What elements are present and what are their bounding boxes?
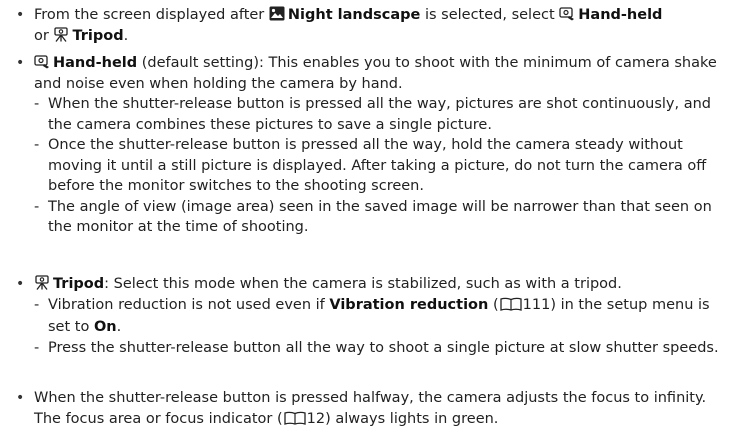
page-reference: 12 [306, 410, 326, 427]
manual-page: • From the screen displayed after Night … [0, 0, 731, 437]
bullet-dot: • [16, 276, 25, 292]
bullet-hand-held: • Hand-held (default setting): This enab… [16, 53, 720, 238]
sub-item-vibration-reduction: - Vibration reduction is not used even i… [34, 295, 720, 338]
text-segment: ( [488, 296, 499, 313]
text-segment: or [34, 27, 54, 44]
bullet-dot: • [16, 55, 25, 71]
bullet-text: Tripod: Select this mode when the camera… [34, 274, 720, 295]
text-segment: From the screen displayed after [34, 7, 269, 23]
text-segment: . [123, 27, 129, 44]
tripod-icon [34, 275, 50, 290]
sub-dash: - [34, 198, 40, 215]
bullet-text: From the screen displayed after Night la… [34, 5, 720, 46]
book-reference-icon [284, 411, 306, 432]
text-segment: ) always lights in green. [325, 410, 499, 427]
tripod-icon [53, 26, 69, 42]
on-label: On [93, 319, 117, 335]
bullet-focus: • When the shutter-release button is pre… [16, 388, 720, 431]
text-segment: . [116, 319, 122, 335]
sub-item-slow-shutter: - Press the shutter-release button all t… [34, 338, 720, 359]
sub-item-text: Once the shutter-release button is press… [48, 137, 707, 194]
hand-held-label: Hand-held [578, 7, 663, 23]
bullet-text: When the shutter-release button is press… [34, 388, 720, 431]
book-reference-icon [499, 297, 522, 318]
page-reference: 111 [522, 296, 551, 313]
sub-dash: - [34, 339, 40, 356]
text-segment: is selected, select [420, 7, 560, 23]
tripod-label: Tripod [53, 276, 105, 292]
bullet-tripod: • Tripod: Select this mode when the came… [16, 274, 720, 358]
bullet-dot: • [16, 390, 25, 406]
text-segment: (default setting): This enables you to s… [34, 55, 717, 92]
sub-item-text: The angle of view (image area) seen in t… [48, 198, 712, 236]
sub-dash: - [34, 296, 40, 313]
sub-dash: - [34, 96, 40, 112]
hand-held-icon [559, 6, 575, 21]
sub-dash: - [34, 137, 40, 153]
sub-item-text: When the shutter-release button is press… [48, 96, 711, 133]
text-segment: : Select this mode when the camera is st… [104, 276, 622, 292]
bullet-text: Hand-held (default setting): This enable… [34, 53, 720, 94]
night-landscape-label: Night landscape [287, 7, 421, 23]
bullet-dot: • [16, 7, 25, 23]
night-landscape-icon [269, 6, 285, 21]
sub-item-text: Press the shutter-release button all the… [48, 339, 719, 356]
sub-item-hold-steady: - Once the shutter-release button is pre… [34, 135, 720, 197]
text-segment: Vibration reduction is not used even if [48, 296, 330, 313]
bullet-select-mode: • From the screen displayed after Night … [16, 5, 720, 46]
sub-item-continuous-shooting: - When the shutter-release button is pre… [34, 94, 720, 135]
hand-held-label: Hand-held [53, 55, 138, 71]
tripod-label: Tripod [72, 27, 124, 44]
vibration-reduction-label: Vibration reduction [329, 296, 489, 313]
sub-item-angle-of-view: - The angle of view (image area) seen in… [34, 197, 720, 238]
hand-held-icon [34, 54, 50, 69]
